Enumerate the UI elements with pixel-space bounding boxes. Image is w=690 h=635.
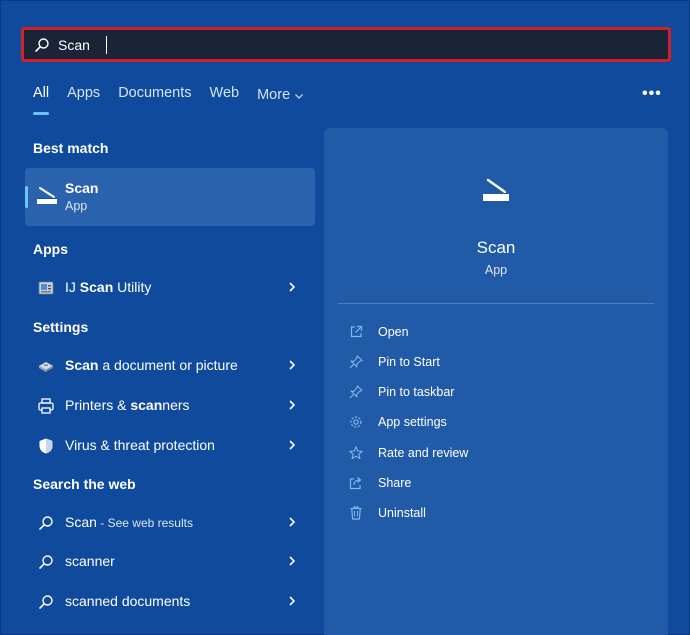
action-pin-to-taskbar[interactable]: Pin to taskbar	[348, 381, 648, 405]
pin-icon	[349, 385, 363, 399]
web-result-label: scanner	[65, 553, 115, 569]
text-caret	[106, 36, 107, 54]
ij-scan-utility-icon	[38, 281, 54, 295]
best-match-title: Scan	[65, 180, 99, 196]
divider	[338, 303, 654, 304]
app-result-ij-scan-utility[interactable]: IJ Scan Utility	[25, 271, 315, 303]
scanner-icon	[37, 187, 57, 204]
tab-all[interactable]: All	[33, 85, 50, 115]
preview-panel: Scan App Open Pin to Start Pin to taskba…	[324, 128, 668, 635]
action-rate-and-review[interactable]: Rate and review	[348, 442, 648, 466]
search-icon	[35, 38, 49, 52]
apps-heading: Apps	[33, 241, 68, 257]
web-result-scanned-documents[interactable]: scanned documents	[25, 585, 315, 617]
scan-device-icon	[38, 361, 54, 372]
action-label: Open	[378, 325, 409, 339]
action-open[interactable]: Open	[348, 321, 648, 345]
chevron-down-icon	[295, 94, 304, 99]
tab-more[interactable]: More	[257, 85, 304, 105]
chevron-right-icon	[289, 517, 296, 527]
search-icon	[39, 516, 53, 530]
printer-icon	[38, 398, 54, 414]
action-app-settings[interactable]: App settings	[348, 411, 648, 435]
web-result-scanner[interactable]: scanner	[25, 545, 315, 577]
chevron-right-icon	[289, 400, 296, 410]
action-label: Rate and review	[378, 446, 469, 460]
best-match-subtitle: App	[65, 199, 88, 213]
star-icon	[349, 446, 363, 460]
share-icon	[349, 477, 362, 490]
action-label: Uninstall	[378, 506, 426, 520]
action-label: App settings	[378, 415, 447, 429]
trash-icon	[350, 506, 362, 520]
tab-more-label: More	[257, 87, 291, 103]
filter-tabs: All Apps Documents Web More	[33, 85, 322, 115]
best-match-heading: Best match	[33, 140, 109, 156]
setting-result-virus-threat[interactable]: Virus & threat protection	[25, 429, 315, 461]
web-result-label: scanned documents	[65, 593, 191, 609]
chevron-right-icon	[289, 440, 296, 450]
search-web-heading: Search the web	[33, 476, 136, 492]
web-result-label: Scan - See web results	[65, 514, 193, 530]
action-share[interactable]: Share	[348, 472, 648, 496]
selection-indicator	[25, 186, 28, 208]
action-label: Pin to Start	[378, 355, 440, 369]
search-input[interactable]	[58, 34, 658, 56]
web-result-scan[interactable]: Scan - See web results	[25, 506, 315, 538]
tab-web[interactable]: Web	[210, 85, 240, 105]
action-uninstall[interactable]: Uninstall	[348, 502, 648, 526]
shield-icon	[39, 438, 53, 454]
best-match-result[interactable]: Scan App	[25, 168, 315, 226]
preview-title: Scan	[476, 238, 516, 257]
start-search-window: All Apps Documents Web More ••• Best mat…	[0, 0, 690, 635]
open-external-icon	[350, 325, 363, 338]
preview-subtitle: App	[484, 263, 508, 277]
chevron-right-icon	[289, 282, 296, 292]
tab-documents[interactable]: Documents	[118, 85, 191, 105]
setting-result-label: Scan a document or picture	[65, 357, 238, 373]
gear-icon	[350, 416, 362, 428]
action-label: Share	[378, 476, 412, 490]
search-icon	[39, 595, 53, 609]
setting-result-label: Virus & threat protection	[65, 437, 215, 453]
app-result-label: IJ Scan Utility	[65, 279, 152, 295]
tab-apps[interactable]: Apps	[67, 85, 100, 105]
action-label: Pin to taskbar	[378, 385, 455, 399]
search-icon	[39, 555, 53, 569]
setting-result-scan-document[interactable]: Scan a document or picture	[25, 349, 315, 381]
action-pin-to-start[interactable]: Pin to Start	[348, 351, 648, 375]
pin-icon	[349, 355, 363, 369]
chevron-right-icon	[289, 596, 296, 606]
chevron-right-icon	[289, 360, 296, 370]
scanner-icon	[483, 178, 509, 201]
settings-heading: Settings	[33, 319, 89, 335]
search-box[interactable]	[21, 27, 671, 62]
more-options-button[interactable]: •••	[642, 85, 662, 103]
chevron-right-icon	[289, 556, 296, 566]
setting-result-printers-scanners[interactable]: Printers & scanners	[25, 389, 315, 421]
setting-result-label: Printers & scanners	[65, 397, 190, 413]
